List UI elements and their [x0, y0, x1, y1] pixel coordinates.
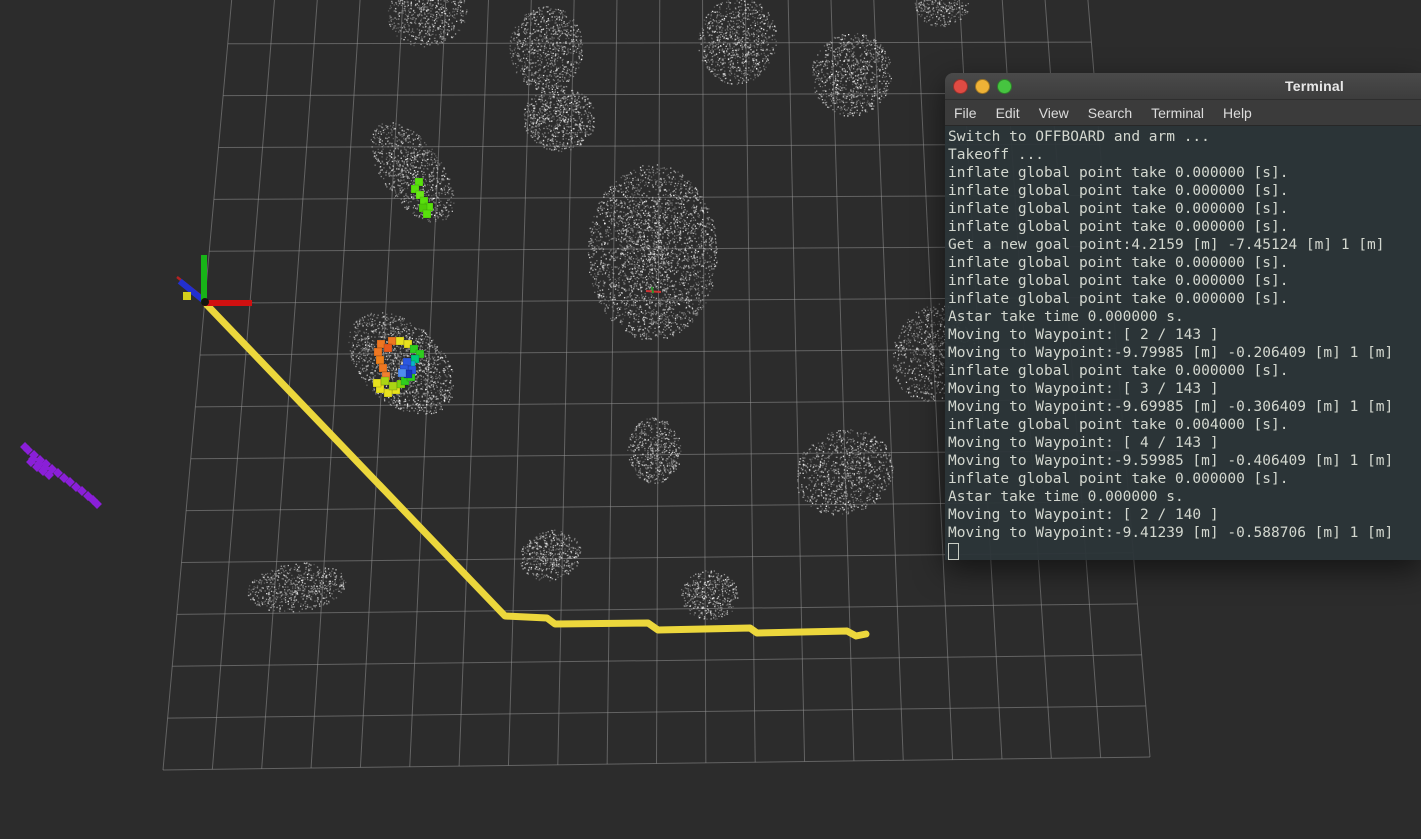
terminal-line: Moving to Waypoint: [ 2 / 143 ] — [948, 327, 1219, 343]
terminal-line: inflate global point take 0.000000 [s]. — [948, 273, 1289, 289]
terminal-line: Moving to Waypoint:-9.79985 [m] -0.20640… — [948, 345, 1394, 361]
terminal-line: inflate global point take 0.000000 [s]. — [948, 183, 1289, 199]
terminal-output[interactable]: Switch to OFFBOARD and arm ... Takeoff ..… — [945, 126, 1421, 560]
terminal-line: Takeoff ... — [948, 147, 1045, 163]
terminal-line: inflate global point take 0.000000 [s]. — [948, 201, 1289, 217]
menu-item-terminal[interactable]: Terminal — [1151, 105, 1204, 121]
terminal-line: Switch to OFFBOARD and arm ... — [948, 129, 1210, 145]
terminal-line: Moving to Waypoint: [ 3 / 143 ] — [948, 381, 1219, 397]
terminal-line: inflate global point take 0.000000 [s]. — [948, 165, 1289, 181]
pointcloud-obstacle — [681, 570, 739, 620]
pointcloud-obstacle — [627, 417, 682, 484]
pointcloud-obstacle — [520, 529, 582, 582]
menu-item-search[interactable]: Search — [1088, 105, 1132, 121]
maximize-button[interactable] — [997, 78, 1012, 94]
terminal-line: Moving to Waypoint:-9.59985 [m] -0.40640… — [948, 453, 1394, 469]
pointcloud-obstacle — [523, 85, 595, 153]
terminal-cursor — [948, 543, 959, 560]
terminal-line: Moving to Waypoint: [ 4 / 143 ] — [948, 435, 1219, 451]
terminal-line: Moving to Waypoint: [ 2 / 140 ] — [948, 507, 1219, 523]
terminal-window[interactable]: Terminal File Edit View Search Terminal Help … — [945, 73, 1421, 560]
terminal-line: Astar take time 0.000000 s. — [948, 309, 1184, 325]
pointcloud-obstacle — [370, 122, 455, 223]
terminal-line: Astar take time 0.000000 s. — [948, 489, 1184, 505]
purple-voxel-streak — [20, 442, 102, 509]
terminal-line: inflate global point take 0.004000 [s]. — [948, 417, 1289, 433]
pointcloud-obstacle — [348, 312, 454, 415]
terminal-line: inflate global point take 0.000000 [s]. — [948, 219, 1289, 235]
terminal-line: inflate global point take 0.000000 [s]. — [948, 255, 1289, 271]
pointcloud-obstacle — [387, 0, 468, 48]
origin-axes — [176, 255, 252, 306]
minimize-button[interactable] — [975, 78, 990, 94]
terminal-line: Moving to Waypoint:-9.41239 [m] -0.58870… — [948, 525, 1394, 541]
pointcloud-obstacle — [587, 164, 718, 340]
terminal-line: inflate global point take 0.000000 [s]. — [948, 363, 1289, 379]
menu-item-help[interactable]: Help — [1223, 105, 1252, 121]
terminal-line: Moving to Waypoint:-9.69985 [m] -0.30640… — [948, 399, 1394, 415]
terminal-line: inflate global point take 0.000000 [s]. — [948, 291, 1289, 307]
window-title: Terminal — [1285, 78, 1344, 94]
terminal-line: Get a new goal point:4.2159 [m] -7.45124… — [948, 237, 1385, 253]
terminal-menubar: File Edit View Search Terminal Help — [945, 100, 1421, 126]
menu-item-file[interactable]: File — [954, 105, 977, 121]
close-button[interactable] — [953, 78, 968, 94]
menu-item-view[interactable]: View — [1039, 105, 1069, 121]
waypoint-marker — [183, 292, 191, 300]
terminal-line: inflate global point take 0.000000 [s]. — [948, 471, 1289, 487]
menu-item-edit[interactable]: Edit — [996, 105, 1020, 121]
terminal-titlebar[interactable]: Terminal — [945, 73, 1421, 100]
pointcloud-obstacle — [812, 33, 892, 117]
pointcloud-obstacle — [247, 562, 347, 613]
